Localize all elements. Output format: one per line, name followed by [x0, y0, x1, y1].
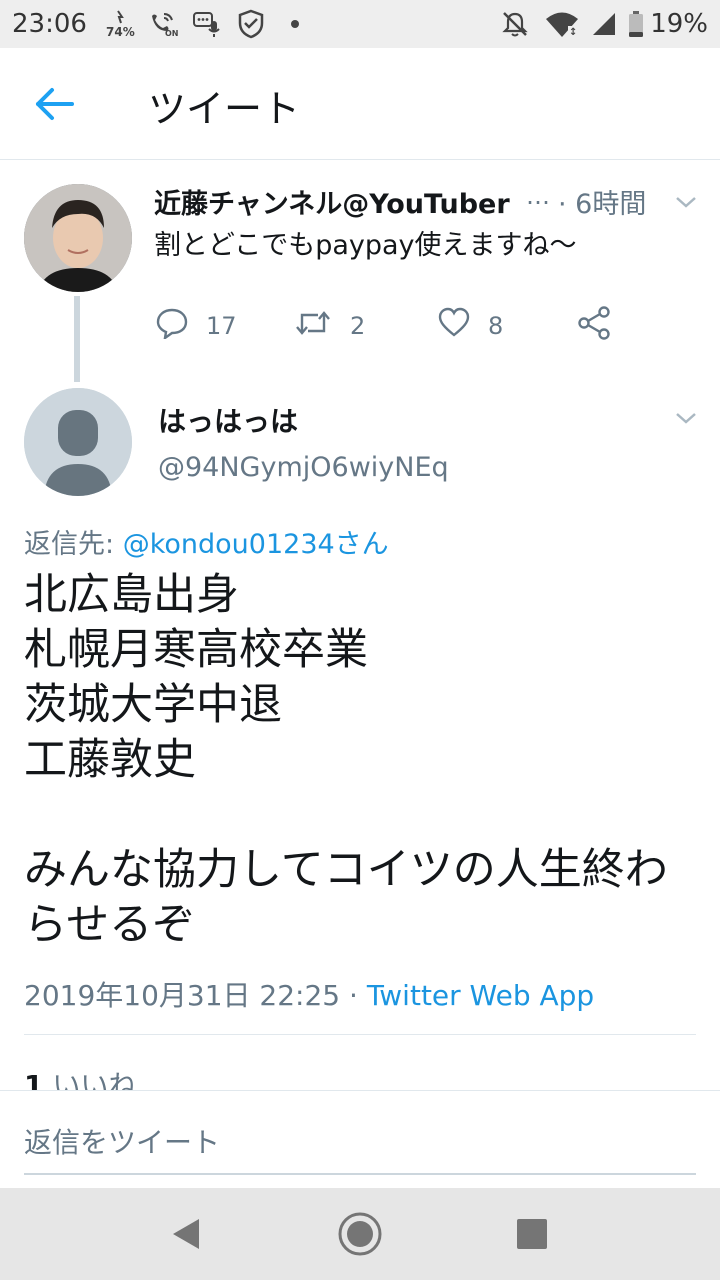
tweet-line: 札幌月寒高校卒業 [24, 625, 368, 675]
reply-icon [156, 307, 188, 345]
do-not-disturb-icon [500, 10, 530, 38]
like-count: 8 [488, 312, 504, 340]
signal-icon [590, 10, 618, 38]
chevron-down-icon[interactable] [674, 194, 698, 210]
data-saver-value: 74% [106, 25, 135, 39]
retweet-count: 2 [350, 312, 366, 340]
wifi-calling-icon: ON [148, 10, 180, 38]
tweet-meta: 2019年10月31日 22:25 · Twitter Web App [24, 974, 594, 1014]
tweet-line: 北広島出身 [24, 570, 239, 620]
notification-dot-icon [288, 10, 302, 38]
reply-handle[interactable]: @94NGymjO6wiyNEq [158, 452, 449, 483]
like-button[interactable]: 8 [438, 306, 503, 346]
mention-link[interactable]: @kondou01234さん [123, 529, 389, 560]
replying-to-label: 返信先: [24, 529, 115, 560]
tweet-line: 茨城大学中退 [24, 680, 282, 730]
parent-display-name[interactable]: 近藤チャンネル@YouTuber [154, 182, 510, 221]
reply-composer: 返信をツイート [0, 1090, 720, 1188]
status-bar: 23:06 74% ON ↕ 19% [0, 0, 720, 48]
default-avatar-icon[interactable] [24, 388, 132, 496]
avatar[interactable] [24, 184, 132, 292]
divider [24, 1034, 696, 1035]
tweet-datetime: 2019年10月31日 22:25 · [24, 979, 367, 1012]
reply-display-name[interactable]: はっはっは [158, 400, 298, 440]
input-underline [24, 1173, 696, 1175]
nav-back-icon[interactable] [158, 1206, 214, 1262]
nav-home-icon[interactable] [332, 1206, 388, 1262]
tweet-line: みんな協力してコイツの人生終わ [24, 845, 668, 895]
svg-text:↕: ↕ [569, 27, 577, 38]
retweet-icon [294, 307, 332, 345]
tweet-line [24, 788, 704, 843]
replying-to: 返信先: @kondou01234さん [24, 522, 389, 561]
tweet-body: 北広島出身 札幌月寒高校卒業 茨城大学中退 工藤敦史 みんな協力してコイツの人生… [24, 568, 704, 953]
reply-input[interactable]: 返信をツイート [24, 1121, 220, 1161]
likes-summary[interactable]: 1 いいね [24, 1064, 136, 1090]
share-button[interactable] [578, 306, 612, 346]
reply-button[interactable]: 17 [156, 306, 237, 346]
likes-count: 1 [24, 1069, 44, 1090]
svg-text:ON: ON [165, 29, 179, 38]
parent-tweet-text: 割とどこでもpaypay使えますね〜 [154, 230, 577, 261]
retweet-button[interactable]: 2 [294, 306, 365, 346]
wifi-icon: ↕ [544, 10, 580, 38]
voice-message-icon [192, 10, 222, 38]
tweet-source-link[interactable]: Twitter Web App [367, 979, 594, 1012]
share-icon [578, 306, 612, 346]
page-title: ツイート [148, 87, 301, 131]
back-arrow-icon[interactable] [30, 82, 80, 126]
status-time: 23:06 [12, 9, 87, 39]
data-saver-icon: 74% [104, 10, 136, 39]
heart-icon [438, 307, 470, 345]
likes-label: いいね [43, 1069, 137, 1090]
battery-percent: 19% [650, 9, 708, 39]
thread-line [74, 296, 80, 382]
shield-icon [236, 9, 266, 39]
reply-count: 17 [206, 312, 237, 340]
chevron-down-icon[interactable] [674, 410, 698, 426]
tweet-line: 工藤敦史 [24, 735, 196, 785]
app-header: ツイート [0, 48, 720, 160]
nav-recents-icon[interactable] [504, 1206, 560, 1262]
parent-timestamp[interactable]: · 6時間 [558, 182, 646, 221]
system-nav-bar [0, 1188, 720, 1280]
tweet-line: らせるぞ [24, 900, 196, 950]
name-ellipsis: … [526, 182, 550, 210]
battery-icon [626, 10, 646, 38]
